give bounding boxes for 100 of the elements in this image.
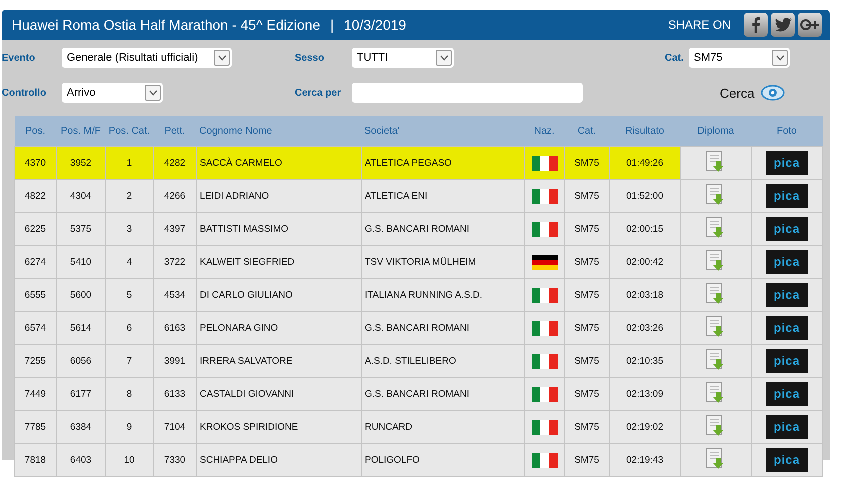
table-cell: 5600 — [70, 290, 92, 300]
table-cell: A.S.D. STILELIBERO — [365, 356, 456, 366]
table-cell: SM75 — [574, 454, 600, 466]
italy-flag-icon — [532, 420, 558, 434]
table-cell: KALWEIT SIEGFRIED — [200, 256, 295, 268]
table-cell: 9 — [126, 422, 132, 432]
table-cell: 7104 — [164, 422, 186, 432]
table-cell: 4282 — [164, 158, 186, 168]
table-cell: SM75 — [574, 422, 600, 432]
table-cell: 3722 — [164, 256, 186, 268]
photo-logo[interactable]: pica — [766, 184, 808, 208]
photo-logo[interactable]: pica — [766, 151, 808, 175]
table-cell: SM75 — [574, 388, 600, 400]
table-cell: RUNCARD — [365, 422, 412, 432]
table-cell: 6555 — [24, 290, 46, 300]
eye-icon[interactable] — [760, 85, 785, 101]
table-cell: 6 — [126, 322, 132, 334]
table-cell: KROKOS SPIRIDIONE — [200, 422, 298, 432]
germany-flag-icon — [532, 254, 558, 270]
table-cell: SM75 — [574, 158, 600, 168]
title-separator: | — [330, 17, 334, 33]
result-row[interactable]: 7818 6403 10 7330 SCHIAPPA DELIO POLIGOLFO SM75 02:19:43 pica — [14, 444, 822, 476]
table-cell: 6574 — [24, 322, 46, 334]
table-cell: 4304 — [70, 190, 92, 202]
italy-flag-icon — [532, 156, 558, 170]
column-header: Diploma — [698, 126, 734, 136]
result-row[interactable]: 6574 5614 6 6163 PELONARA GINO G.S. BANCARI ROMANI SM75 02:03:26 pica — [14, 312, 822, 344]
photo-logo[interactable]: pica — [766, 283, 808, 307]
table-cell: SCHIAPPA DELIO — [200, 454, 278, 466]
table-cell: 4397 — [164, 224, 186, 234]
table-cell: 7818 — [24, 454, 46, 466]
table-cell: 6163 — [164, 322, 186, 334]
event-dropdown[interactable]: Generale (Risultati ufficiali) — [62, 48, 232, 68]
table-cell: BATTISTI MASSIMO — [200, 224, 288, 234]
table-cell: 02:03:18 — [626, 290, 664, 300]
result-row[interactable]: 6555 5600 5 4534 DI CARLO GIULIANO ITALIANA RUNNING A.S.D. SM75 02:03:18 pica — [14, 278, 822, 312]
table-cell: 02:13:09 — [626, 388, 664, 400]
table-cell: SM75 — [574, 356, 600, 366]
field-label: Cat. — [665, 52, 685, 64]
photo-logo[interactable]: pica — [766, 316, 808, 340]
column-header: Pos. M/F — [60, 126, 101, 136]
result-row[interactable]: 4370 3952 1 4282 SACCÀ CARMELO ATLETICA PEGASO SM75 01:49:26 pica — [14, 146, 822, 180]
table-cell: 5614 — [70, 322, 92, 334]
column-header: Risultato — [626, 126, 664, 136]
field-label: Evento — [2, 52, 36, 64]
result-row[interactable]: 4822 4304 2 4266 LEIDI ADRIANO ATLETICA ENI SM75 01:52:00 pica — [14, 180, 822, 212]
table-cell: LEIDI ADRIANO — [200, 190, 270, 202]
result-row[interactable]: 7255 6056 7 3991 IRRERA SALVATORE A.S.D. STILELIBERO SM75 02:10:35 pica — [14, 344, 822, 378]
table-cell: 6384 — [70, 422, 92, 432]
category-dropdown[interactable]: SM75 — [689, 48, 790, 68]
table-cell: SM75 — [574, 256, 600, 268]
table-cell: 01:49:26 — [626, 158, 664, 168]
field-label: Sesso — [295, 52, 326, 64]
column-header: Societa' — [364, 126, 400, 136]
table-cell: 6274 — [24, 256, 46, 268]
result-row[interactable]: 6225 5375 3 4397 BATTISTI MASSIMO G.S. BANCARI ROMANI SM75 02:00:15 pica — [14, 212, 822, 246]
column-header: Cat. — [578, 126, 596, 136]
sex-dropdown[interactable]: TUTTI — [352, 48, 454, 68]
table-cell: 5375 — [70, 224, 92, 234]
photo-logo[interactable]: pica — [766, 415, 808, 439]
table-cell: 3991 — [164, 356, 186, 366]
table-cell: 4534 — [164, 290, 186, 300]
google-plus-icon[interactable] — [798, 13, 822, 37]
italy-flag-icon — [532, 288, 558, 302]
photo-logo[interactable]: pica — [766, 250, 808, 274]
table-cell: 6056 — [70, 356, 92, 366]
result-row[interactable]: 7449 6177 8 6133 CASTALDI GIOVANNI G.S. BANCARI ROMANI SM75 02:13:09 pica — [14, 378, 822, 410]
table-cell: 7255 — [24, 356, 46, 366]
italy-flag-icon — [532, 452, 558, 468]
search-button[interactable]: Cerca — [720, 86, 755, 100]
table-cell: SACCÀ CARMELO — [200, 158, 282, 168]
table-cell: 3 — [126, 224, 132, 234]
table-cell: 1 — [126, 158, 132, 168]
table-cell: SM75 — [574, 224, 600, 234]
result-row[interactable]: 6274 5410 4 3722 KALWEIT SIEGFRIED TSV VIKTORIA MÜLHEIM SM75 02:00:42 pica — [14, 246, 822, 278]
twitter-icon[interactable] — [771, 13, 795, 37]
table-cell: 7 — [126, 356, 132, 366]
photo-logo[interactable]: pica — [766, 217, 808, 241]
table-cell: IRRERA SALVATORE — [200, 356, 293, 366]
share-label: SHARE ON — [668, 18, 731, 32]
table-cell: 02:19:02 — [626, 422, 664, 432]
table-cell: 02:03:26 — [626, 322, 664, 334]
photo-logo[interactable]: pica — [766, 382, 808, 406]
table-cell: G.S. BANCARI ROMANI — [365, 322, 470, 334]
facebook-icon[interactable] — [744, 13, 768, 37]
column-header: Pos. Cat. — [108, 126, 150, 136]
photo-logo[interactable]: pica — [766, 349, 808, 373]
result-row[interactable]: 7785 6384 9 7104 KROKOS SPIRIDIONE RUNCARD SM75 02:19:02 pica — [14, 410, 822, 444]
column-header: Naz. — [534, 126, 555, 136]
italy-flag-icon — [532, 222, 558, 236]
checkpoint-dropdown[interactable]: Arrivo — [62, 83, 163, 103]
table-cell: 02:00:15 — [626, 224, 664, 234]
table-cell: 6133 — [164, 388, 186, 400]
photo-logo[interactable]: pica — [766, 448, 808, 472]
table-cell: 10 — [124, 454, 135, 466]
table-cell: G.S. BANCARI ROMANI — [365, 388, 470, 400]
italy-flag-icon — [532, 386, 558, 402]
table-cell: 8 — [126, 388, 132, 400]
table-cell: 4370 — [24, 158, 46, 168]
search-field[interactable] — [352, 83, 583, 103]
